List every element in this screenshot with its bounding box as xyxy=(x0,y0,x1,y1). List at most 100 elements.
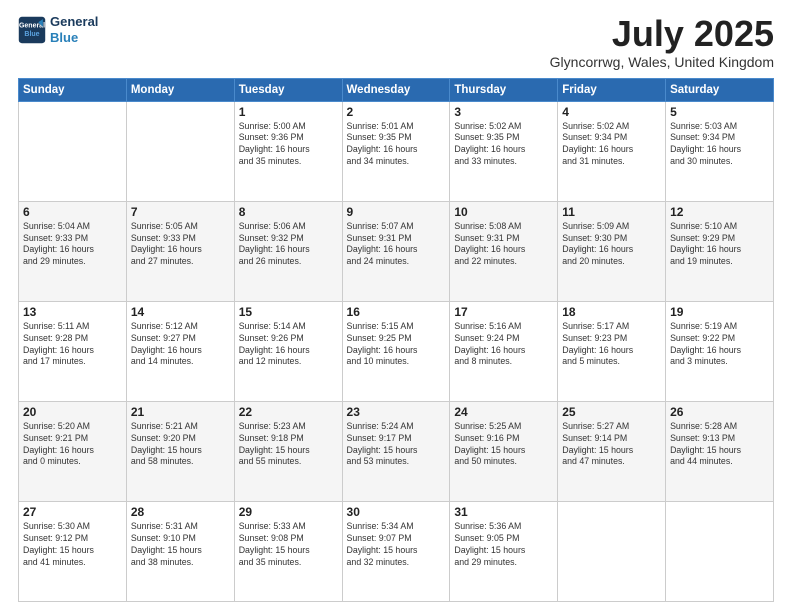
weekday-header: Friday xyxy=(558,78,666,101)
calendar-cell xyxy=(19,101,127,201)
month-title: July 2025 xyxy=(550,14,774,54)
calendar-cell: 21Sunrise: 5:21 AM Sunset: 9:20 PM Dayli… xyxy=(126,401,234,501)
calendar-cell: 28 Sunrise: 5:31 AM Sunset: 9:10 PM Dayli… xyxy=(126,501,234,601)
logo: General Blue General Blue xyxy=(18,14,98,45)
day-number: 29 xyxy=(239,505,338,519)
day-number: 27 xyxy=(23,505,122,519)
calendar-week-row: 1 Sunrise: 5:00 AM Sunset: 9:36 PM Daylig… xyxy=(19,101,774,201)
calendar-page: General Blue General Blue July 2025 Glyn… xyxy=(0,0,792,612)
day-info: Sunrise: 5:11 AM Sunset: 9:28 PM Dayligh… xyxy=(23,321,122,369)
calendar-cell: 20Sunrise: 5:20 AM Sunset: 9:21 PM Dayli… xyxy=(19,401,127,501)
calendar-cell: 30 Sunrise: 5:34 AM Sunset: 9:07 PM Dayli… xyxy=(342,501,450,601)
calendar-week-row: 20Sunrise: 5:20 AM Sunset: 9:21 PM Dayli… xyxy=(19,401,774,501)
day-info: Sunrise: 5:02 AM Sunset: 9:35 PM Dayligh… xyxy=(454,121,553,169)
day-number: 6 xyxy=(23,205,122,219)
calendar-cell: 13Sunrise: 5:11 AM Sunset: 9:28 PM Dayli… xyxy=(19,301,127,401)
day-info: Sunrise: 5:19 AM Sunset: 9:22 PM Dayligh… xyxy=(670,321,769,369)
calendar-cell: 26 Sunrise: 5:28 AM Sunset: 9:13 PM Dayli… xyxy=(666,401,774,501)
day-number: 10 xyxy=(454,205,553,219)
calendar-header-row: SundayMondayTuesdayWednesdayThursdayFrid… xyxy=(19,78,774,101)
calendar-cell: 17Sunrise: 5:16 AM Sunset: 9:24 PM Dayli… xyxy=(450,301,558,401)
day-info: Sunrise: 5:30 AM Sunset: 9:12 PM Dayligh… xyxy=(23,521,122,569)
day-info: Sunrise: 5:00 AM Sunset: 9:36 PM Dayligh… xyxy=(239,121,338,169)
day-number: 22 xyxy=(239,405,338,419)
weekday-header: Saturday xyxy=(666,78,774,101)
day-info: Sunrise: 5:10 AM Sunset: 9:29 PM Dayligh… xyxy=(670,221,769,269)
location-title: Glyncorrwg, Wales, United Kingdom xyxy=(550,54,774,70)
day-info: Sunrise: 5:08 AM Sunset: 9:31 PM Dayligh… xyxy=(454,221,553,269)
day-number: 9 xyxy=(347,205,446,219)
calendar-cell: 10 Sunrise: 5:08 AM Sunset: 9:31 PM Dayli… xyxy=(450,201,558,301)
day-number: 31 xyxy=(454,505,553,519)
svg-text:Blue: Blue xyxy=(24,31,39,38)
day-info: Sunrise: 5:12 AM Sunset: 9:27 PM Dayligh… xyxy=(131,321,230,369)
logo-text: General Blue xyxy=(50,14,98,45)
day-number: 12 xyxy=(670,205,769,219)
day-info: Sunrise: 5:36 AM Sunset: 9:05 PM Dayligh… xyxy=(454,521,553,569)
day-info: Sunrise: 5:28 AM Sunset: 9:13 PM Dayligh… xyxy=(670,421,769,469)
day-number: 2 xyxy=(347,105,446,119)
day-info: Sunrise: 5:23 AM Sunset: 9:18 PM Dayligh… xyxy=(239,421,338,469)
calendar-cell: 29 Sunrise: 5:33 AM Sunset: 9:08 PM Dayli… xyxy=(234,501,342,601)
calendar-cell: 15 Sunrise: 5:14 AM Sunset: 9:26 PM Dayli… xyxy=(234,301,342,401)
calendar-cell: 3Sunrise: 5:02 AM Sunset: 9:35 PM Daylig… xyxy=(450,101,558,201)
calendar-cell: 27 Sunrise: 5:30 AM Sunset: 9:12 PM Dayli… xyxy=(19,501,127,601)
calendar-cell: 14 Sunrise: 5:12 AM Sunset: 9:27 PM Dayli… xyxy=(126,301,234,401)
day-info: Sunrise: 5:07 AM Sunset: 9:31 PM Dayligh… xyxy=(347,221,446,269)
calendar-cell: 1 Sunrise: 5:00 AM Sunset: 9:36 PM Daylig… xyxy=(234,101,342,201)
day-number: 19 xyxy=(670,305,769,319)
calendar-week-row: 27 Sunrise: 5:30 AM Sunset: 9:12 PM Dayli… xyxy=(19,501,774,601)
day-number: 21 xyxy=(131,405,230,419)
day-number: 28 xyxy=(131,505,230,519)
calendar-cell: 31 Sunrise: 5:36 AM Sunset: 9:05 PM Dayli… xyxy=(450,501,558,601)
day-info: Sunrise: 5:15 AM Sunset: 9:25 PM Dayligh… xyxy=(347,321,446,369)
day-info: Sunrise: 5:24 AM Sunset: 9:17 PM Dayligh… xyxy=(347,421,446,469)
calendar-cell: 23Sunrise: 5:24 AM Sunset: 9:17 PM Dayli… xyxy=(342,401,450,501)
calendar-cell: 6Sunrise: 5:04 AM Sunset: 9:33 PM Daylig… xyxy=(19,201,127,301)
day-number: 16 xyxy=(347,305,446,319)
day-number: 5 xyxy=(670,105,769,119)
weekday-header: Tuesday xyxy=(234,78,342,101)
calendar-cell: 11 Sunrise: 5:09 AM Sunset: 9:30 PM Dayli… xyxy=(558,201,666,301)
day-number: 7 xyxy=(131,205,230,219)
title-block: July 2025 Glyncorrwg, Wales, United King… xyxy=(550,14,774,70)
day-info: Sunrise: 5:09 AM Sunset: 9:30 PM Dayligh… xyxy=(562,221,661,269)
day-number: 1 xyxy=(239,105,338,119)
day-info: Sunrise: 5:03 AM Sunset: 9:34 PM Dayligh… xyxy=(670,121,769,169)
calendar-cell: 18Sunrise: 5:17 AM Sunset: 9:23 PM Dayli… xyxy=(558,301,666,401)
day-info: Sunrise: 5:05 AM Sunset: 9:33 PM Dayligh… xyxy=(131,221,230,269)
day-number: 24 xyxy=(454,405,553,419)
calendar-cell xyxy=(126,101,234,201)
calendar-cell: 4 Sunrise: 5:02 AM Sunset: 9:34 PM Daylig… xyxy=(558,101,666,201)
day-info: Sunrise: 5:01 AM Sunset: 9:35 PM Dayligh… xyxy=(347,121,446,169)
calendar-cell: 7 Sunrise: 5:05 AM Sunset: 9:33 PM Daylig… xyxy=(126,201,234,301)
logo-line1: General xyxy=(50,14,98,30)
logo-icon: General Blue xyxy=(18,16,46,44)
weekday-header: Wednesday xyxy=(342,78,450,101)
header: General Blue General Blue July 2025 Glyn… xyxy=(18,14,774,70)
calendar-cell xyxy=(558,501,666,601)
day-info: Sunrise: 5:31 AM Sunset: 9:10 PM Dayligh… xyxy=(131,521,230,569)
calendar-cell: 22 Sunrise: 5:23 AM Sunset: 9:18 PM Dayli… xyxy=(234,401,342,501)
day-number: 26 xyxy=(670,405,769,419)
day-number: 14 xyxy=(131,305,230,319)
day-info: Sunrise: 5:34 AM Sunset: 9:07 PM Dayligh… xyxy=(347,521,446,569)
day-number: 15 xyxy=(239,305,338,319)
calendar-week-row: 13Sunrise: 5:11 AM Sunset: 9:28 PM Dayli… xyxy=(19,301,774,401)
calendar-cell: 8Sunrise: 5:06 AM Sunset: 9:32 PM Daylig… xyxy=(234,201,342,301)
day-number: 30 xyxy=(347,505,446,519)
day-number: 4 xyxy=(562,105,661,119)
day-info: Sunrise: 5:27 AM Sunset: 9:14 PM Dayligh… xyxy=(562,421,661,469)
day-info: Sunrise: 5:14 AM Sunset: 9:26 PM Dayligh… xyxy=(239,321,338,369)
calendar-cell: 5 Sunrise: 5:03 AM Sunset: 9:34 PM Daylig… xyxy=(666,101,774,201)
day-number: 25 xyxy=(562,405,661,419)
day-number: 11 xyxy=(562,205,661,219)
calendar-table: SundayMondayTuesdayWednesdayThursdayFrid… xyxy=(18,78,774,602)
day-info: Sunrise: 5:33 AM Sunset: 9:08 PM Dayligh… xyxy=(239,521,338,569)
day-info: Sunrise: 5:02 AM Sunset: 9:34 PM Dayligh… xyxy=(562,121,661,169)
weekday-header: Monday xyxy=(126,78,234,101)
day-info: Sunrise: 5:25 AM Sunset: 9:16 PM Dayligh… xyxy=(454,421,553,469)
calendar-cell: 12 Sunrise: 5:10 AM Sunset: 9:29 PM Dayli… xyxy=(666,201,774,301)
calendar-cell: 9 Sunrise: 5:07 AM Sunset: 9:31 PM Daylig… xyxy=(342,201,450,301)
weekday-header: Sunday xyxy=(19,78,127,101)
